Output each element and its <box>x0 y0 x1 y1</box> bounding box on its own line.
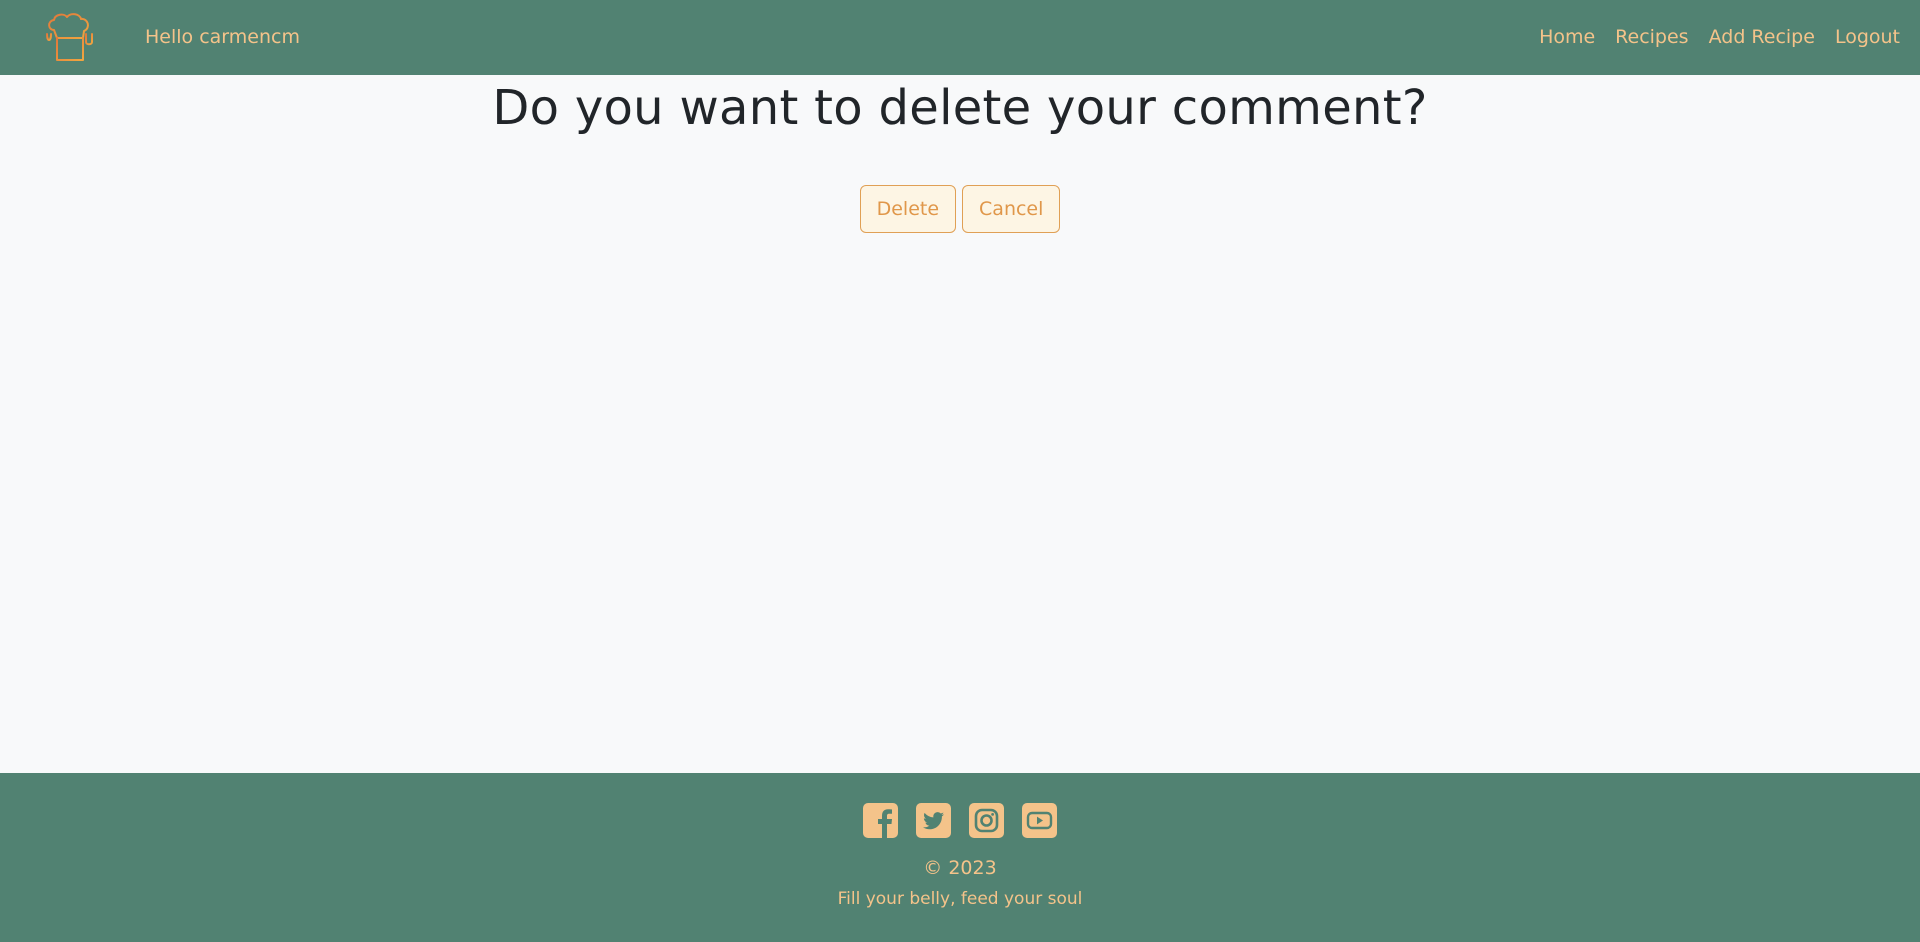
nav-add-recipe-link[interactable]: Add Recipe <box>1699 26 1825 48</box>
delete-button[interactable]: Delete <box>859 185 957 233</box>
nav-home-link[interactable]: Home <box>1529 26 1605 48</box>
youtube-icon[interactable] <box>1022 803 1057 838</box>
nav-menu: Home Recipes Add Recipe Logout <box>1529 26 1910 48</box>
chef-hat-logo-icon[interactable] <box>44 12 96 66</box>
instagram-icon[interactable] <box>969 803 1004 838</box>
navbar: Hello carmencm Home Recipes Add Recipe L… <box>0 0 1920 75</box>
greeting-text: Hello carmencm <box>145 26 300 48</box>
copyright-text: © 2023 <box>923 857 997 879</box>
nav-recipes-link[interactable]: Recipes <box>1605 26 1698 48</box>
footer: © 2023 Fill your belly, feed your soul <box>0 773 1920 942</box>
social-links <box>0 803 1920 838</box>
tagline-text: Fill your belly, feed your soul <box>837 889 1083 909</box>
twitter-icon[interactable] <box>916 803 951 838</box>
nav-logout-link[interactable]: Logout <box>1825 26 1910 48</box>
page-title: Do you want to delete your comment? <box>492 80 1428 136</box>
facebook-icon[interactable] <box>863 803 898 838</box>
cancel-button[interactable]: Cancel <box>962 185 1061 233</box>
confirm-button-group: Delete Cancel <box>0 185 1920 233</box>
